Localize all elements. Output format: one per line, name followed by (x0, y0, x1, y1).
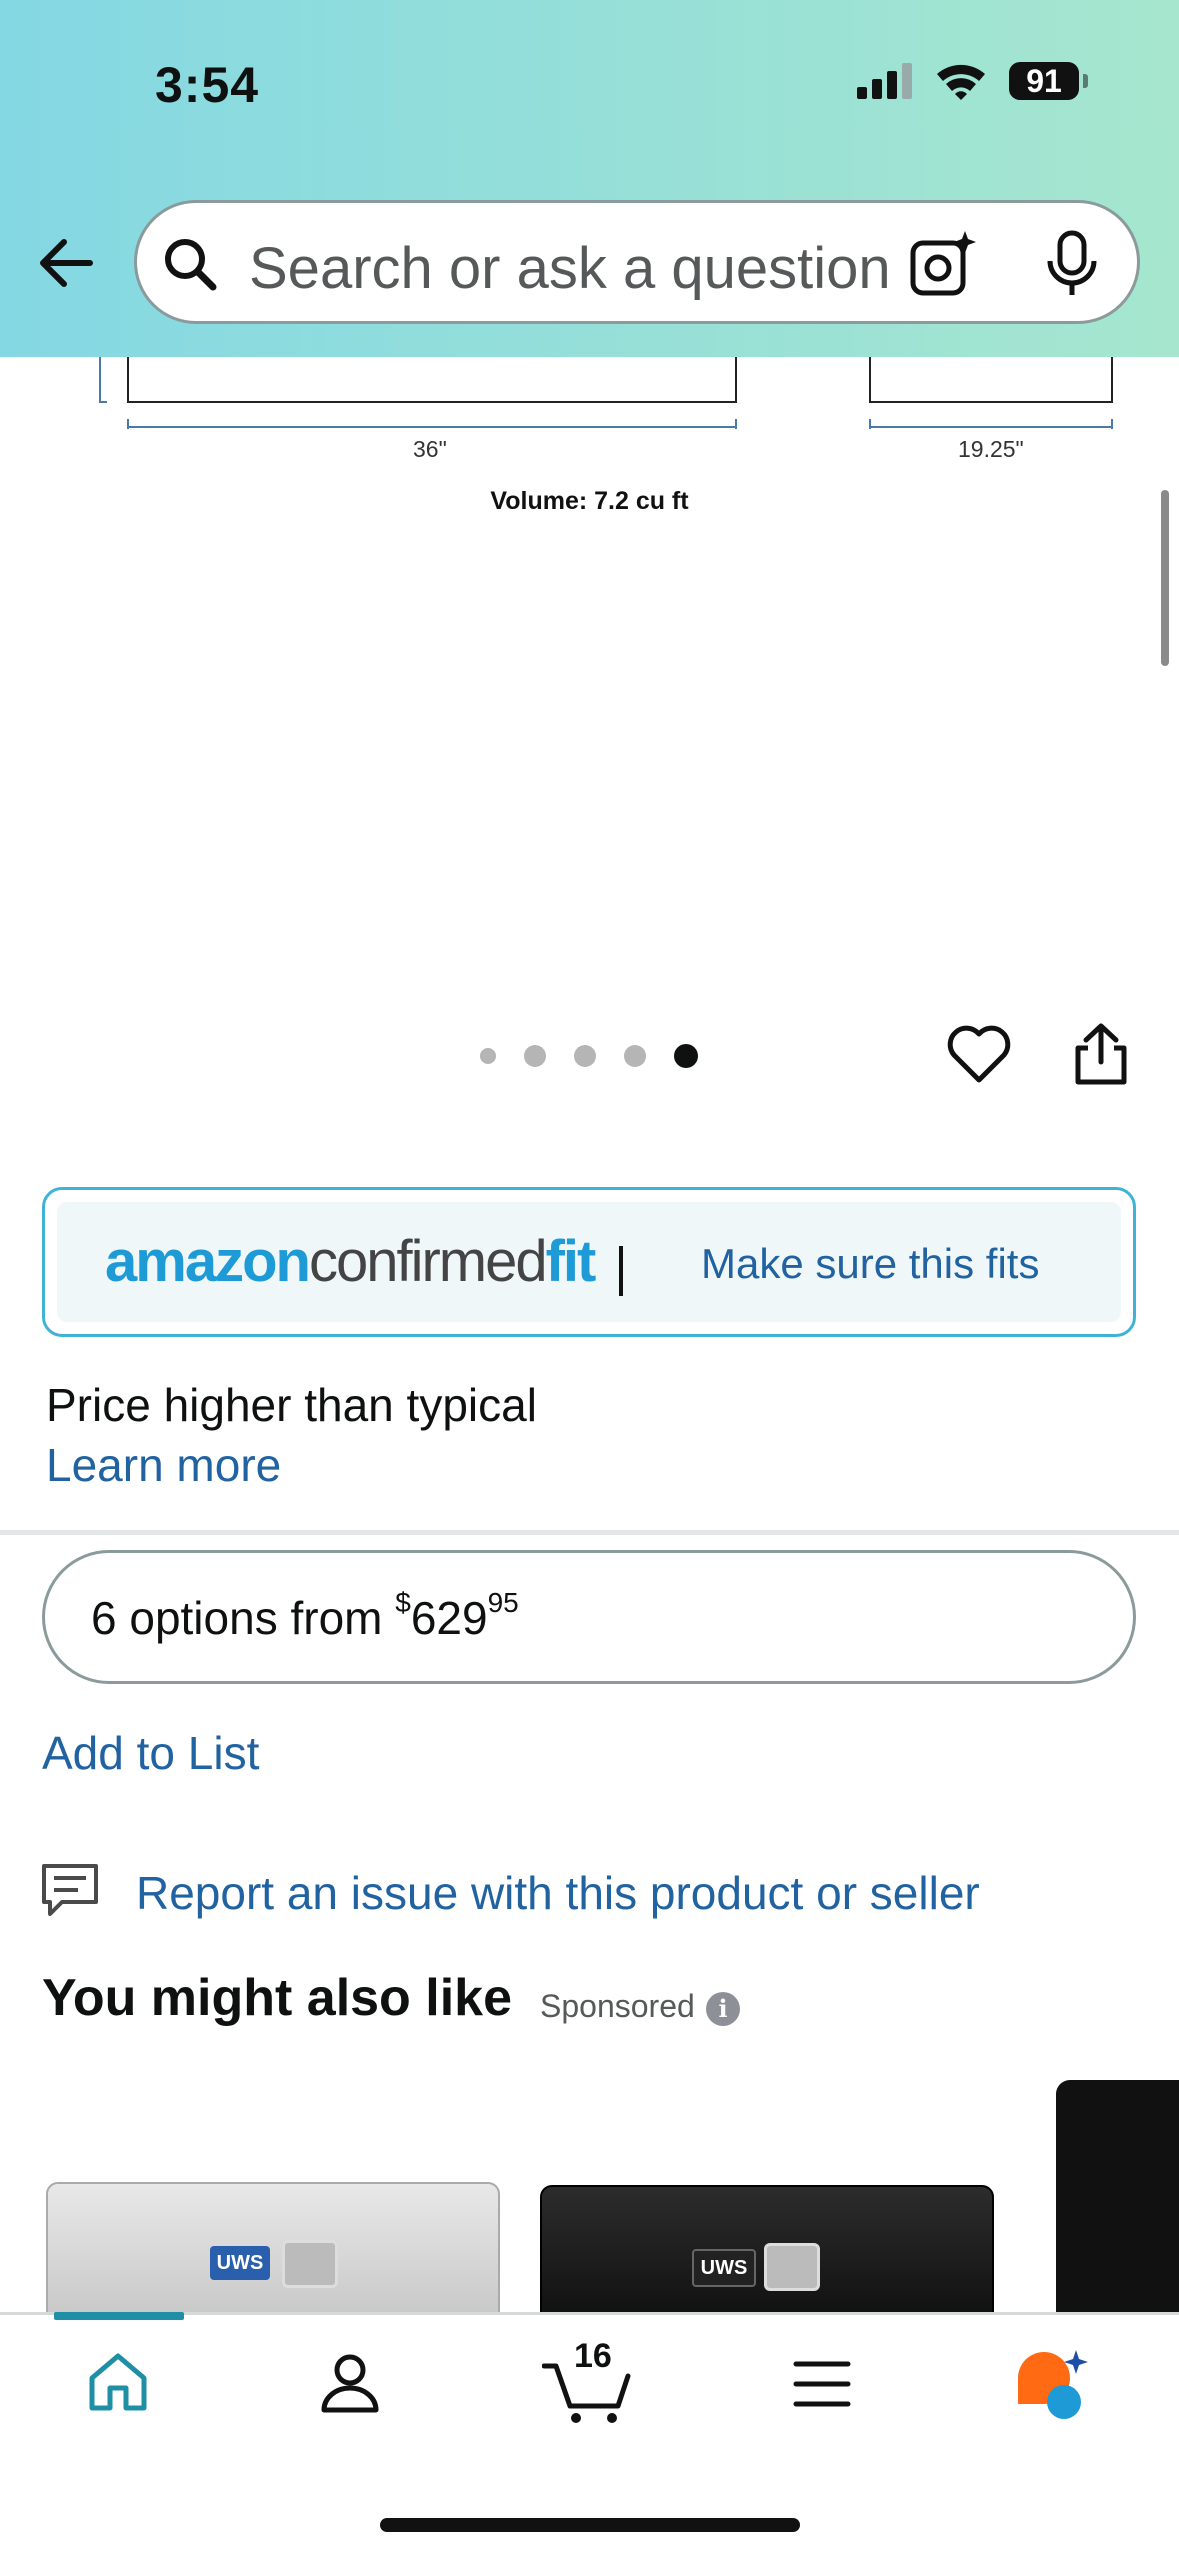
carousel-dot-active[interactable] (674, 1044, 698, 1068)
options-button[interactable]: 6 options from $62995 (42, 1550, 1136, 1684)
report-comment-icon (42, 1864, 98, 1916)
info-icon[interactable]: i (706, 1992, 740, 2026)
search-bar[interactable]: Search or ask a question (134, 200, 1140, 324)
dimension-diagram (99, 357, 1113, 429)
report-issue-link[interactable]: Report an issue with this product or sel… (136, 1866, 980, 1920)
you-might-also-like-title: You might also like (42, 1969, 513, 2027)
options-label: 6 options from $62995 (91, 1587, 519, 1644)
back-arrow-icon[interactable] (32, 228, 102, 298)
confirmed-fit-logo: amazonconfirmedfit (105, 1229, 596, 1294)
make-sure-fits-link[interactable]: Make sure this fits (701, 1240, 1039, 1288)
toolbox-latch (282, 2240, 338, 2288)
cellular-signal-icon (857, 63, 912, 99)
cart-count-badge: 16 (574, 2337, 612, 2375)
product-card-black-partial[interactable] (1056, 2080, 1179, 2320)
carousel-dot[interactable] (574, 1045, 596, 1067)
width-dimension-label: 36" (413, 436, 447, 462)
carousel-dot[interactable] (480, 1048, 496, 1064)
learn-more-link[interactable]: Learn more (46, 1438, 281, 1492)
product-brand-badge: UWS (692, 2249, 756, 2287)
product-card-silver-toolbox[interactable]: UWS (46, 2182, 500, 2316)
add-to-list-link[interactable]: Add to List (42, 1726, 259, 1780)
confirmed-fit-banner[interactable]: amazonconfirmedfit Make sure this fits (42, 1187, 1136, 1337)
home-icon[interactable] (86, 2350, 150, 2414)
carousel-dot[interactable] (624, 1045, 646, 1067)
price-higher-note: Price higher than typical (46, 1379, 537, 1431)
search-input[interactable]: Search or ask a question (249, 235, 939, 302)
status-icons: 91 (857, 62, 1088, 100)
active-tab-indicator (54, 2312, 184, 2320)
depth-dimension-label: 19.25" (958, 436, 1024, 462)
sponsored-label: Sponsored (540, 1988, 695, 2024)
camera-lens-icon[interactable] (907, 229, 979, 301)
wifi-icon (937, 64, 985, 100)
status-time: 3:54 (155, 57, 260, 113)
product-card-black-toolbox[interactable]: UWS (540, 2185, 994, 2319)
heart-icon[interactable] (946, 1024, 1012, 1084)
search-icon (165, 239, 217, 291)
rufus-assistant-icon[interactable] (1014, 2348, 1094, 2420)
account-icon[interactable] (318, 2350, 382, 2414)
carousel-dots[interactable] (480, 1044, 726, 1068)
section-divider (0, 1530, 1179, 1535)
menu-icon[interactable] (792, 2356, 852, 2412)
scrollbar[interactable] (1161, 490, 1169, 666)
carousel-dot[interactable] (524, 1045, 546, 1067)
fit-divider (619, 1246, 623, 1296)
toolbox-latch (764, 2243, 820, 2291)
volume-label: Volume: 7.2 cu ft (490, 487, 689, 515)
microphone-icon[interactable] (1042, 229, 1102, 301)
battery-indicator: 91 (1009, 62, 1088, 100)
home-indicator[interactable] (380, 2518, 800, 2532)
share-icon[interactable] (1072, 1022, 1130, 1086)
product-brand-badge: UWS (210, 2246, 270, 2280)
